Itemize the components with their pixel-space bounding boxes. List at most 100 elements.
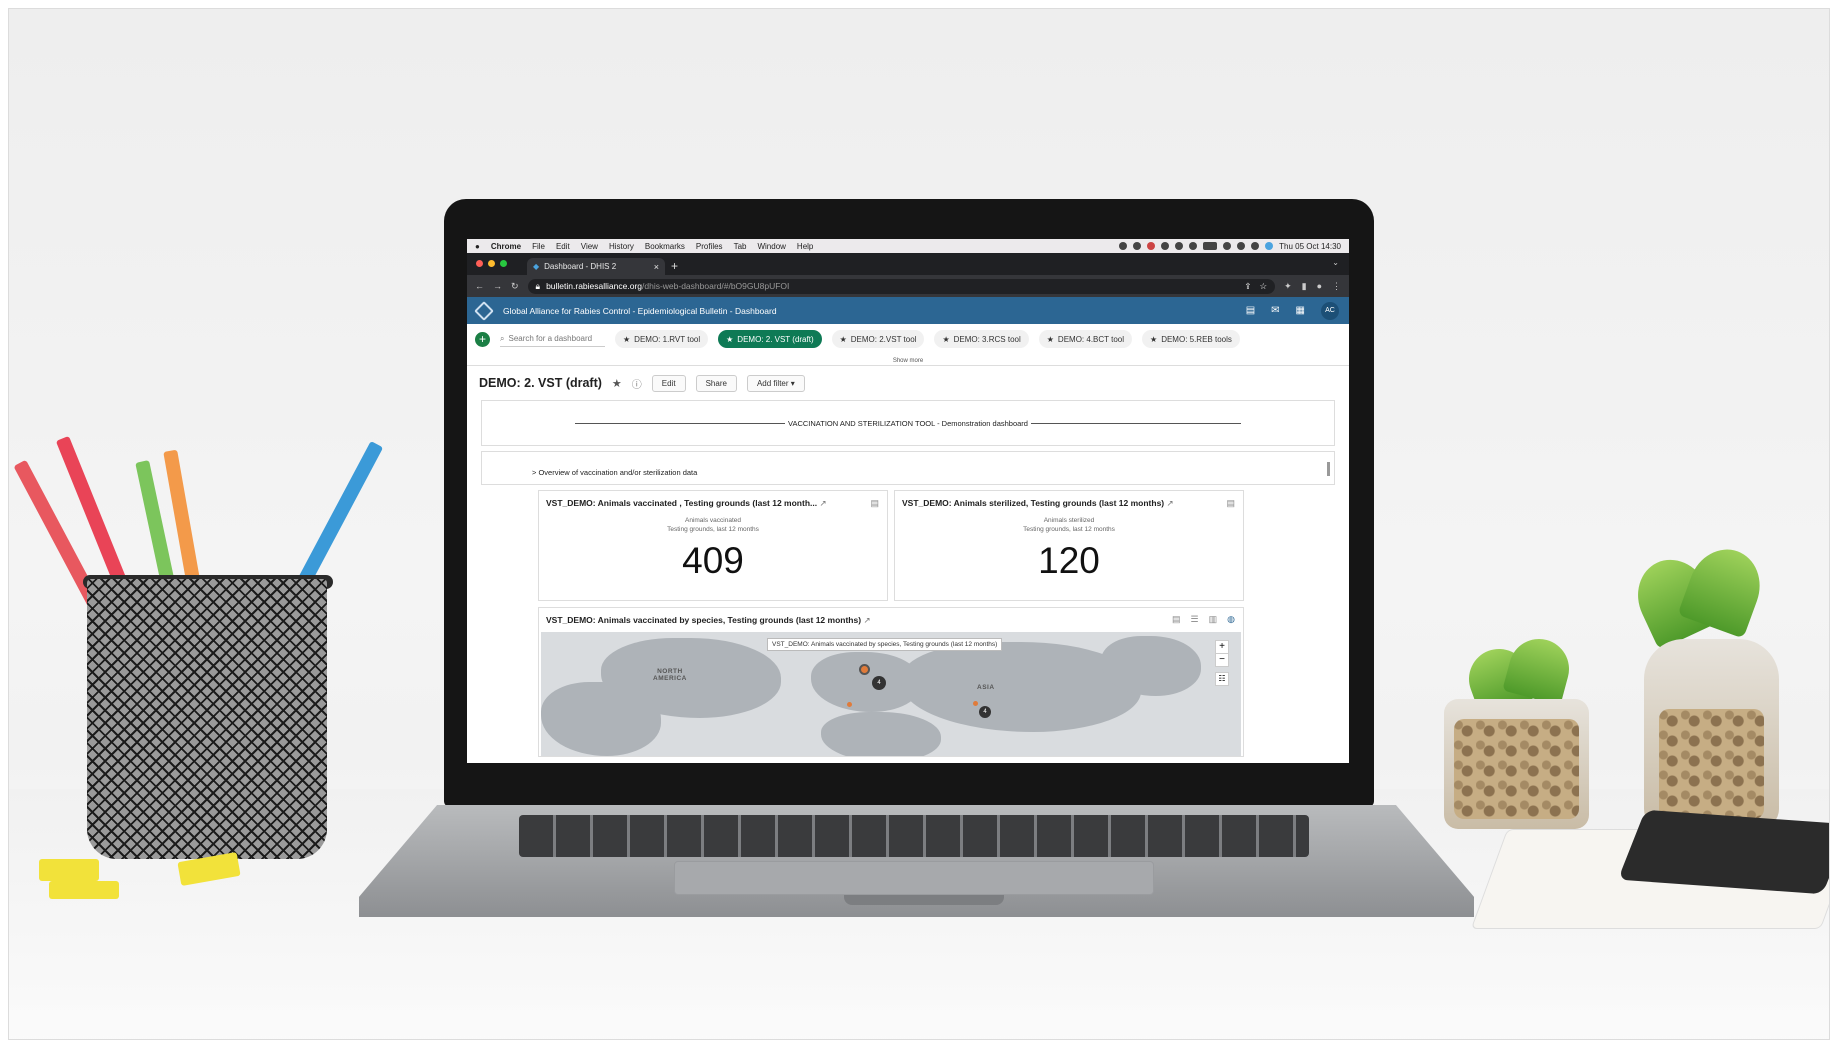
- map-marker[interactable]: [859, 664, 870, 675]
- dashboard-chip-active[interactable]: ★ DEMO: 2. VST (draft): [718, 330, 822, 348]
- apps-grid-icon[interactable]: ▦: [1296, 305, 1305, 316]
- clock[interactable]: Thu 05 Oct 14:30: [1279, 242, 1341, 251]
- overview-text: > Overview of vaccination and/or sterili…: [532, 468, 698, 477]
- map-view[interactable]: NORTH AMERICA ASIA VST_DEMO: Animals vacc…: [541, 632, 1241, 756]
- map-cluster[interactable]: 4: [979, 706, 991, 718]
- zoom-out-button[interactable]: −: [1216, 653, 1228, 666]
- open-external-icon[interactable]: ↗: [863, 615, 870, 625]
- table-view-icon[interactable]: ☰: [1191, 614, 1199, 625]
- messages-icon[interactable]: ✉: [1271, 305, 1279, 316]
- map-marker[interactable]: [847, 702, 852, 707]
- edit-button[interactable]: Edit: [651, 374, 686, 392]
- star-dashboard-icon[interactable]: ★: [612, 377, 622, 390]
- tab-search-icon[interactable]: ⌄: [1332, 258, 1339, 267]
- status-icon[interactable]: [1119, 242, 1128, 250]
- interpretations-icon[interactable]: ▤: [1246, 305, 1255, 316]
- phone: [1617, 809, 1829, 895]
- legend-toggle-icon[interactable]: ☷: [1215, 672, 1229, 686]
- control-center-icon[interactable]: [1251, 242, 1260, 250]
- interpretations-icon[interactable]: ▤: [1226, 498, 1235, 509]
- apple-icon[interactable]: ●: [475, 242, 480, 251]
- dashboard-chip[interactable]: ★ DEMO: 3.RCS tool: [934, 330, 1029, 348]
- interpretations-icon[interactable]: ▤: [870, 498, 879, 509]
- reload-icon[interactable]: ↻: [511, 281, 519, 292]
- star-icon: ★: [623, 334, 631, 344]
- dashboard-chip[interactable]: ★ DEMO: 2.VST tool: [831, 330, 925, 348]
- back-icon[interactable]: ←: [475, 281, 484, 291]
- subtitle-line: Animals vaccinated: [685, 517, 741, 524]
- tab-title: Dashboard - DHIS 2: [544, 262, 617, 271]
- dashboard-search-input[interactable]: ⌕ Search for a dashboard: [500, 331, 605, 347]
- siri-icon[interactable]: [1265, 242, 1274, 250]
- forward-icon[interactable]: →: [493, 281, 502, 291]
- bookmark-star-icon[interactable]: ☆: [1259, 281, 1267, 292]
- menu-history[interactable]: History: [609, 242, 634, 251]
- dhis2-logo-icon[interactable]: [474, 300, 494, 321]
- new-tab-button[interactable]: +: [671, 258, 678, 275]
- menu-bookmarks[interactable]: Bookmarks: [645, 242, 685, 251]
- add-filter-button[interactable]: Add filter ▾: [746, 374, 805, 392]
- map-cluster[interactable]: 4: [872, 676, 886, 690]
- status-icon[interactable]: [1147, 242, 1156, 250]
- interpretations-icon[interactable]: ▤: [1172, 614, 1181, 625]
- subtitle-line: Animals sterilized: [1043, 517, 1095, 524]
- card-title[interactable]: VST_DEMO: Animals vaccinated , Testing g…: [539, 491, 887, 509]
- dashboard-chip[interactable]: ★ DEMO: 5.REB tools: [1142, 330, 1240, 348]
- kpi-value: 409: [682, 540, 744, 581]
- divider: [575, 422, 786, 424]
- divider: [1030, 422, 1241, 424]
- card-title[interactable]: VST_DEMO: Animals sterilized, Testing gr…: [895, 491, 1243, 509]
- battery-icon[interactable]: [1203, 242, 1218, 250]
- zoom-in-button[interactable]: +: [1216, 641, 1228, 653]
- menu-help[interactable]: Help: [797, 242, 813, 251]
- share-button[interactable]: Share: [695, 374, 737, 392]
- photo-scene: ● Chrome File Edit View History Bookmark…: [8, 8, 1830, 1040]
- add-dashboard-button[interactable]: +: [475, 331, 490, 347]
- browser-tab[interactable]: ◆ Dashboard - DHIS 2 ×: [527, 258, 665, 275]
- dashboard-chip[interactable]: ★ DEMO: 1.RVT tool: [615, 330, 709, 348]
- wifi-icon[interactable]: [1223, 242, 1232, 250]
- map-label-asia: ASIA: [977, 684, 995, 691]
- side-panel-icon[interactable]: ▮: [1302, 281, 1307, 292]
- minimize-window-button[interactable]: [488, 260, 495, 267]
- binder-clip: [39, 859, 99, 881]
- open-external-icon[interactable]: ↗: [819, 498, 826, 508]
- label-line: NORTH: [657, 668, 683, 675]
- share-page-icon[interactable]: ⇪: [1244, 281, 1251, 292]
- chip-label: DEMO: 3.RCS tool: [953, 334, 1021, 344]
- url-bar[interactable]: 🔒︎ bulletin.rabiesalliance.org/dhis-web-…: [527, 278, 1276, 294]
- browser-menu-icon[interactable]: ⋮: [1332, 281, 1341, 292]
- info-icon[interactable]: ⓘ: [632, 376, 642, 391]
- menu-tab[interactable]: Tab: [734, 242, 747, 251]
- status-icon[interactable]: [1133, 242, 1142, 250]
- chip-label: DEMO: 2. VST (draft): [737, 334, 814, 344]
- map-marker[interactable]: [973, 701, 978, 706]
- kpi-card-vaccinated: VST_DEMO: Animals vaccinated , Testing g…: [538, 490, 888, 601]
- dashboard-chip[interactable]: ★ DEMO: 4.BCT tool: [1038, 330, 1133, 348]
- scrollbar[interactable]: [1327, 462, 1330, 476]
- close-window-button[interactable]: [476, 260, 483, 267]
- menu-file[interactable]: File: [532, 242, 545, 251]
- search-icon[interactable]: [1237, 242, 1246, 250]
- status-icon[interactable]: [1175, 242, 1184, 250]
- show-more-link[interactable]: Show more: [467, 358, 1349, 364]
- dashboard-chip-list: + ⌕ Search for a dashboard ★ DEMO: 1.RVT …: [475, 330, 1341, 348]
- star-icon: ★: [942, 334, 950, 344]
- menu-chrome[interactable]: Chrome: [491, 242, 521, 251]
- browser-tabstrip: ◆ Dashboard - DHIS 2 × + ⌄: [467, 253, 1349, 275]
- extensions-icon[interactable]: ✦: [1284, 281, 1292, 292]
- chart-view-icon[interactable]: ▥: [1209, 614, 1218, 625]
- close-tab-icon[interactable]: ×: [654, 262, 659, 272]
- menu-profiles[interactable]: Profiles: [696, 242, 723, 251]
- avatar[interactable]: AC: [1321, 301, 1339, 320]
- status-icon[interactable]: [1161, 242, 1170, 250]
- maximize-window-button[interactable]: [500, 260, 507, 267]
- menu-view[interactable]: View: [581, 242, 598, 251]
- menu-edit[interactable]: Edit: [556, 242, 570, 251]
- open-external-icon[interactable]: ↗: [1167, 498, 1174, 508]
- profile-icon[interactable]: ●: [1317, 281, 1322, 292]
- bluetooth-icon[interactable]: [1189, 242, 1198, 250]
- menu-window[interactable]: Window: [757, 242, 785, 251]
- card-title[interactable]: VST_DEMO: Animals vaccinated by species,…: [539, 608, 1243, 626]
- map-view-icon[interactable]: ◍: [1227, 614, 1235, 625]
